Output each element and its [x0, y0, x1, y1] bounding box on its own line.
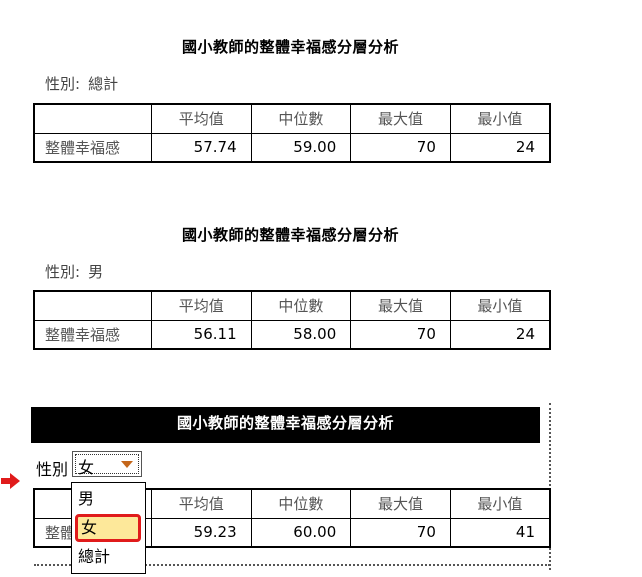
- dropdown-option-female[interactable]: 女: [75, 514, 141, 542]
- layer-value: 總計: [88, 75, 119, 93]
- cell-max: 70: [350, 132, 451, 163]
- cell-mean: 59.23: [151, 517, 252, 548]
- table-row: 整體幸福感 56.11 58.00 70 24: [33, 319, 551, 350]
- cell-max: 70: [350, 319, 451, 350]
- pointer-arrow-icon: [1, 473, 20, 489]
- layer-label: 性別:: [45, 263, 81, 281]
- row-header: 整體幸福感: [33, 132, 152, 163]
- column-header: 最小值: [449, 488, 551, 519]
- table-header-row: 平均值 中位數 最大值 最小值: [33, 103, 551, 134]
- cell-min: 24: [449, 132, 551, 163]
- corner-cell: [33, 103, 152, 134]
- table-header-row: 平均值 中位數 最大值 最小值: [33, 290, 551, 321]
- pivot-table-1[interactable]: 平均值 中位數 最大值 最小值 整體幸福感 57.74 59.00 70 24: [33, 103, 551, 163]
- column-header: 最大值: [350, 488, 451, 519]
- row-header: 整體幸福感: [33, 319, 152, 350]
- dropdown-arrow-icon[interactable]: [121, 461, 133, 468]
- column-header: 最大值: [350, 290, 451, 321]
- cell-median: 58.00: [250, 319, 352, 350]
- pivot-table-2[interactable]: 平均值 中位數 最大值 最小值 整體幸福感 56.11 58.00 70 24: [33, 290, 551, 350]
- cell-max: 70: [350, 517, 451, 548]
- table-title-2: 國小教師的整體幸福感分層分析: [181, 226, 399, 244]
- cell-mean: 56.11: [151, 319, 252, 350]
- column-header: 中位數: [250, 290, 352, 321]
- cell-median: 59.00: [250, 132, 352, 163]
- column-header: 中位數: [250, 488, 352, 519]
- active-layer-label: 性別: [36, 460, 69, 479]
- cell-min: 24: [449, 319, 551, 350]
- column-header: 中位數: [250, 103, 352, 134]
- layer-dropdown[interactable]: 女: [72, 451, 142, 477]
- layer-value: 男: [88, 263, 104, 281]
- dropdown-option-total[interactable]: 總計: [75, 543, 141, 571]
- column-header: 平均值: [151, 103, 252, 134]
- column-header: 最小值: [449, 103, 551, 134]
- cell-mean: 57.74: [151, 132, 252, 163]
- column-header: 最小值: [449, 290, 551, 321]
- column-header: 平均值: [151, 290, 252, 321]
- layer-filter-1: 性別: 總計: [45, 73, 118, 94]
- layer-label: 性別:: [45, 75, 81, 93]
- layer-dropdown-list: 男 女 總計: [71, 482, 146, 574]
- cell-min: 41: [449, 517, 551, 548]
- layer-dropdown-value: 女: [78, 458, 95, 477]
- table-title-1: 國小教師的整體幸福感分層分析: [181, 38, 399, 56]
- active-table-title-banner[interactable]: 國小教師的整體幸福感分層分析: [31, 407, 540, 443]
- cell-median: 60.00: [250, 517, 352, 548]
- layer-filter-2: 性別: 男: [45, 261, 103, 282]
- table-row: 整體幸福感 57.74 59.00 70 24: [33, 132, 551, 163]
- corner-cell: [33, 290, 152, 321]
- column-header: 平均值: [151, 488, 252, 519]
- column-header: 最大值: [350, 103, 451, 134]
- dropdown-option-male[interactable]: 男: [75, 485, 141, 513]
